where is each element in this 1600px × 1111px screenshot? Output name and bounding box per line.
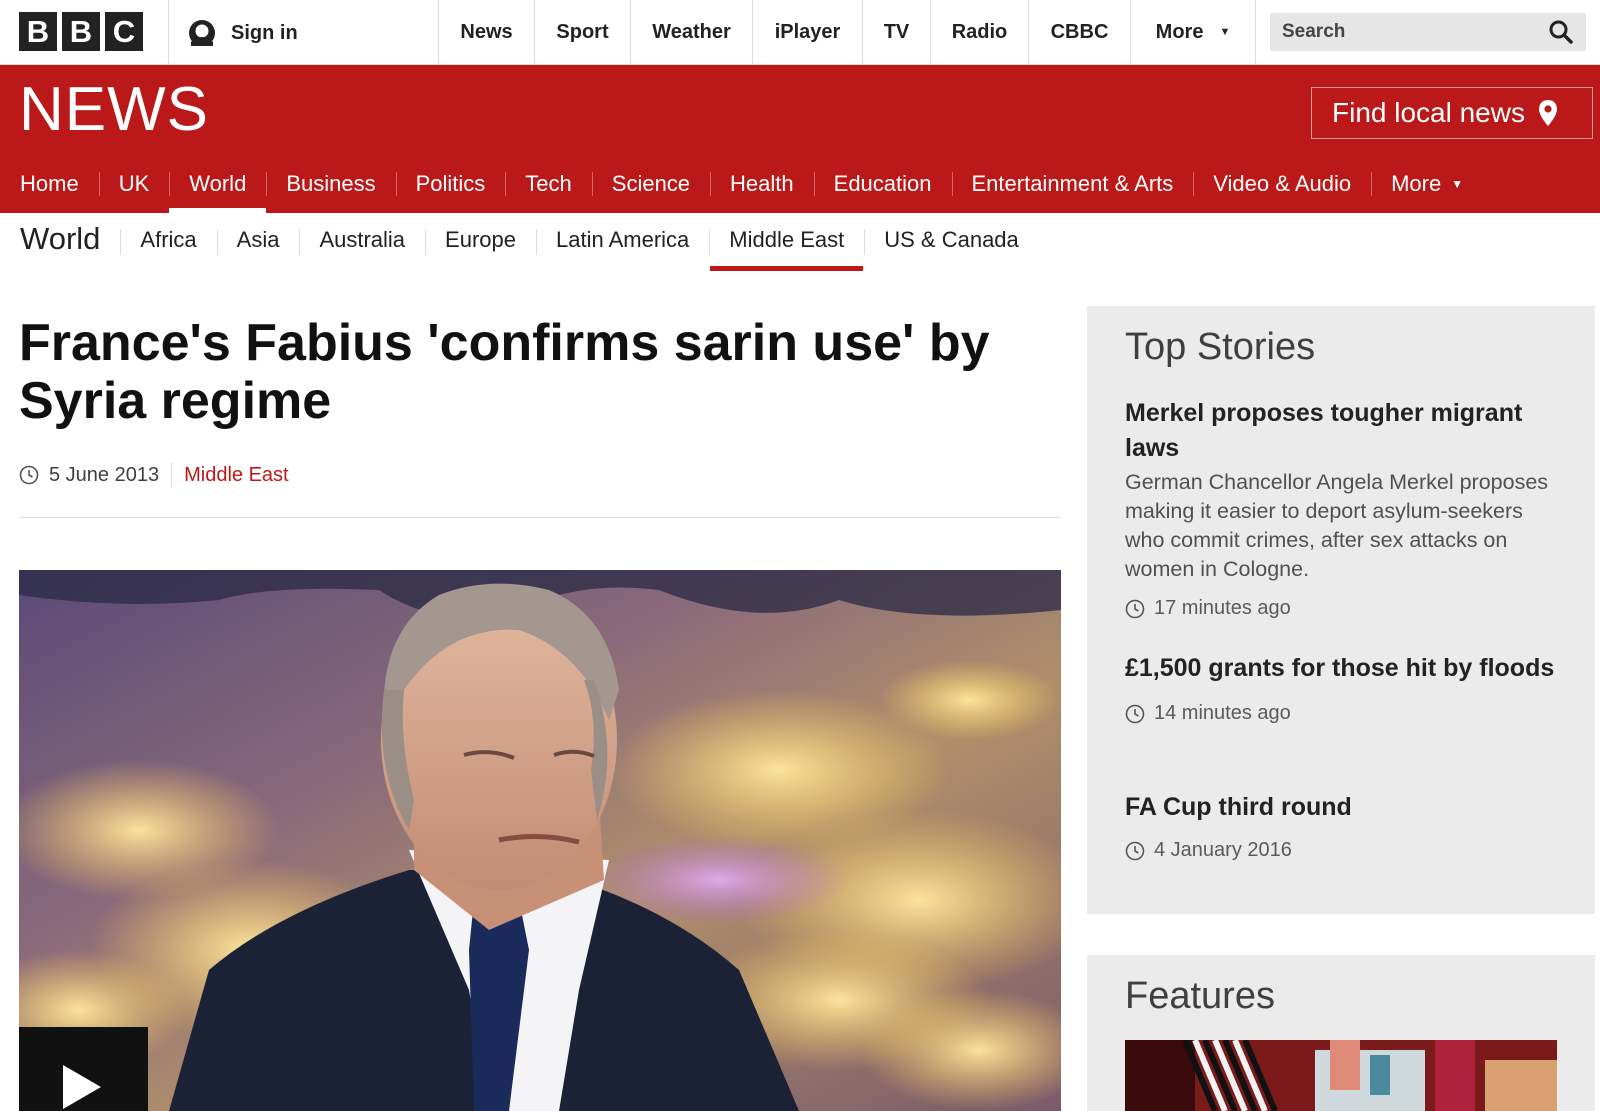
story-timestamp: 17 minutes ago <box>1125 597 1565 620</box>
bbc-logo-letter: C <box>105 12 143 51</box>
global-nav-news[interactable]: News <box>438 0 534 64</box>
bbc-logo-letter: B <box>19 12 57 51</box>
search-input[interactable]: Search <box>1282 21 1548 43</box>
global-nav-sport[interactable]: Sport <box>534 0 630 64</box>
sub-nav-us-canada[interactable]: US & Canada <box>864 213 1039 271</box>
section-nav-more-label: More <box>1391 170 1442 196</box>
section-nav-education[interactable]: Education <box>813 154 952 213</box>
article-headline: France's Fabius 'confirms sarin use' by … <box>19 314 990 430</box>
sub-nav-australia[interactable]: Australia <box>299 213 425 271</box>
user-icon <box>189 20 215 46</box>
article-category-link[interactable]: Middle East <box>184 464 289 487</box>
sub-nav-europe[interactable]: Europe <box>425 213 536 271</box>
video-still-image <box>19 570 1061 1111</box>
find-local-news-button[interactable]: Find local news <box>1311 87 1593 139</box>
story-headline-link[interactable]: £1,500 grants for those hit by floods <box>1125 651 1565 686</box>
video-player[interactable] <box>19 570 1061 1111</box>
section-nav-world[interactable]: World <box>169 154 267 213</box>
world-sub-nav: World Africa Asia Australia Europe Latin… <box>0 213 1600 271</box>
sub-nav-latin-america[interactable]: Latin America <box>536 213 709 271</box>
divider <box>171 463 173 487</box>
top-story-item: Merkel proposes tougher migrant laws Ger… <box>1125 396 1565 620</box>
chevron-down-icon: ▼ <box>1219 26 1231 38</box>
section-nav: Home UK World Business Politics Tech Sci… <box>0 154 1600 213</box>
news-masthead: NEWS Find local news <box>0 65 1600 154</box>
article-date: 5 June 2013 <box>49 463 160 486</box>
find-local-news-label: Find local news <box>1332 97 1525 128</box>
article-meta: 5 June 2013 Middle East <box>19 462 289 488</box>
search-box[interactable]: Search <box>1270 13 1586 51</box>
global-nav-more-label: More <box>1155 20 1204 43</box>
section-nav-more[interactable]: More ▼ <box>1371 154 1483 213</box>
global-nav-tv[interactable]: TV <box>862 0 930 64</box>
global-nav-radio[interactable]: Radio <box>930 0 1028 64</box>
global-nav-more[interactable]: More ▼ <box>1130 0 1256 64</box>
story-timestamp: 4 January 2016 <box>1125 839 1565 862</box>
story-time-label: 14 minutes ago <box>1154 702 1291 724</box>
global-nav-iplayer[interactable]: iPlayer <box>752 0 862 64</box>
search-icon[interactable] <box>1548 19 1574 45</box>
location-pin-icon <box>1538 100 1557 126</box>
story-headline-link[interactable]: FA Cup third round <box>1125 790 1565 825</box>
news-logo[interactable]: NEWS <box>19 79 209 141</box>
section-nav-home[interactable]: Home <box>0 154 99 213</box>
divider <box>19 517 1061 518</box>
global-nav-cbbc[interactable]: CBBC <box>1028 0 1130 64</box>
top-story-item: £1,500 grants for those hit by floods 14… <box>1125 651 1565 725</box>
chevron-down-icon: ▼ <box>1451 176 1464 191</box>
section-nav-uk[interactable]: UK <box>98 154 170 213</box>
story-timestamp: 14 minutes ago <box>1125 702 1565 725</box>
sub-nav-title[interactable]: World <box>0 213 120 271</box>
story-time-label: 4 January 2016 <box>1154 839 1292 861</box>
top-story-item: FA Cup third round 4 January 2016 <box>1125 790 1565 862</box>
bbc-logo[interactable]: B B C <box>19 12 143 51</box>
sub-nav-asia[interactable]: Asia <box>216 213 300 271</box>
clock-icon <box>1125 599 1145 618</box>
story-headline-link[interactable]: Merkel proposes tougher migrant laws <box>1125 396 1565 466</box>
clock-icon <box>19 465 39 485</box>
sign-in-label: Sign in <box>231 21 298 44</box>
play-button[interactable] <box>19 1027 148 1111</box>
sub-nav-africa[interactable]: Africa <box>120 213 216 271</box>
global-nav: News Sport Weather iPlayer TV Radio CBBC… <box>438 0 1256 64</box>
section-nav-tech[interactable]: Tech <box>505 154 591 213</box>
feature-image-graphic <box>1125 1040 1557 1111</box>
section-nav-business[interactable]: Business <box>266 154 395 213</box>
section-nav-science[interactable]: Science <box>591 154 710 213</box>
section-nav-health[interactable]: Health <box>710 154 814 213</box>
story-time-label: 17 minutes ago <box>1154 597 1291 619</box>
features-panel: Features <box>1087 955 1595 1111</box>
section-nav-entertainment-arts[interactable]: Entertainment & Arts <box>951 154 1194 213</box>
sign-in-link[interactable]: Sign in <box>187 18 298 48</box>
top-stories-title: Top Stories <box>1125 326 1316 368</box>
bbc-logo-letter: B <box>62 12 100 51</box>
clock-icon <box>1125 841 1145 860</box>
top-stories-panel: Top Stories Merkel proposes tougher migr… <box>1087 306 1595 914</box>
features-title: Features <box>1125 975 1275 1017</box>
bbc-global-bar: B B C Sign in News Sport Weather iPlayer… <box>0 0 1600 65</box>
global-nav-weather[interactable]: Weather <box>630 0 752 64</box>
play-icon <box>63 1065 101 1109</box>
story-summary: German Chancellor Angela Merkel proposes… <box>1125 470 1549 581</box>
sub-nav-middle-east[interactable]: Middle East <box>709 213 864 271</box>
section-nav-video-audio[interactable]: Video & Audio <box>1193 154 1371 213</box>
section-nav-politics[interactable]: Politics <box>395 154 506 213</box>
feature-image[interactable] <box>1125 1040 1557 1111</box>
divider <box>168 0 169 64</box>
clock-icon <box>1125 704 1145 723</box>
